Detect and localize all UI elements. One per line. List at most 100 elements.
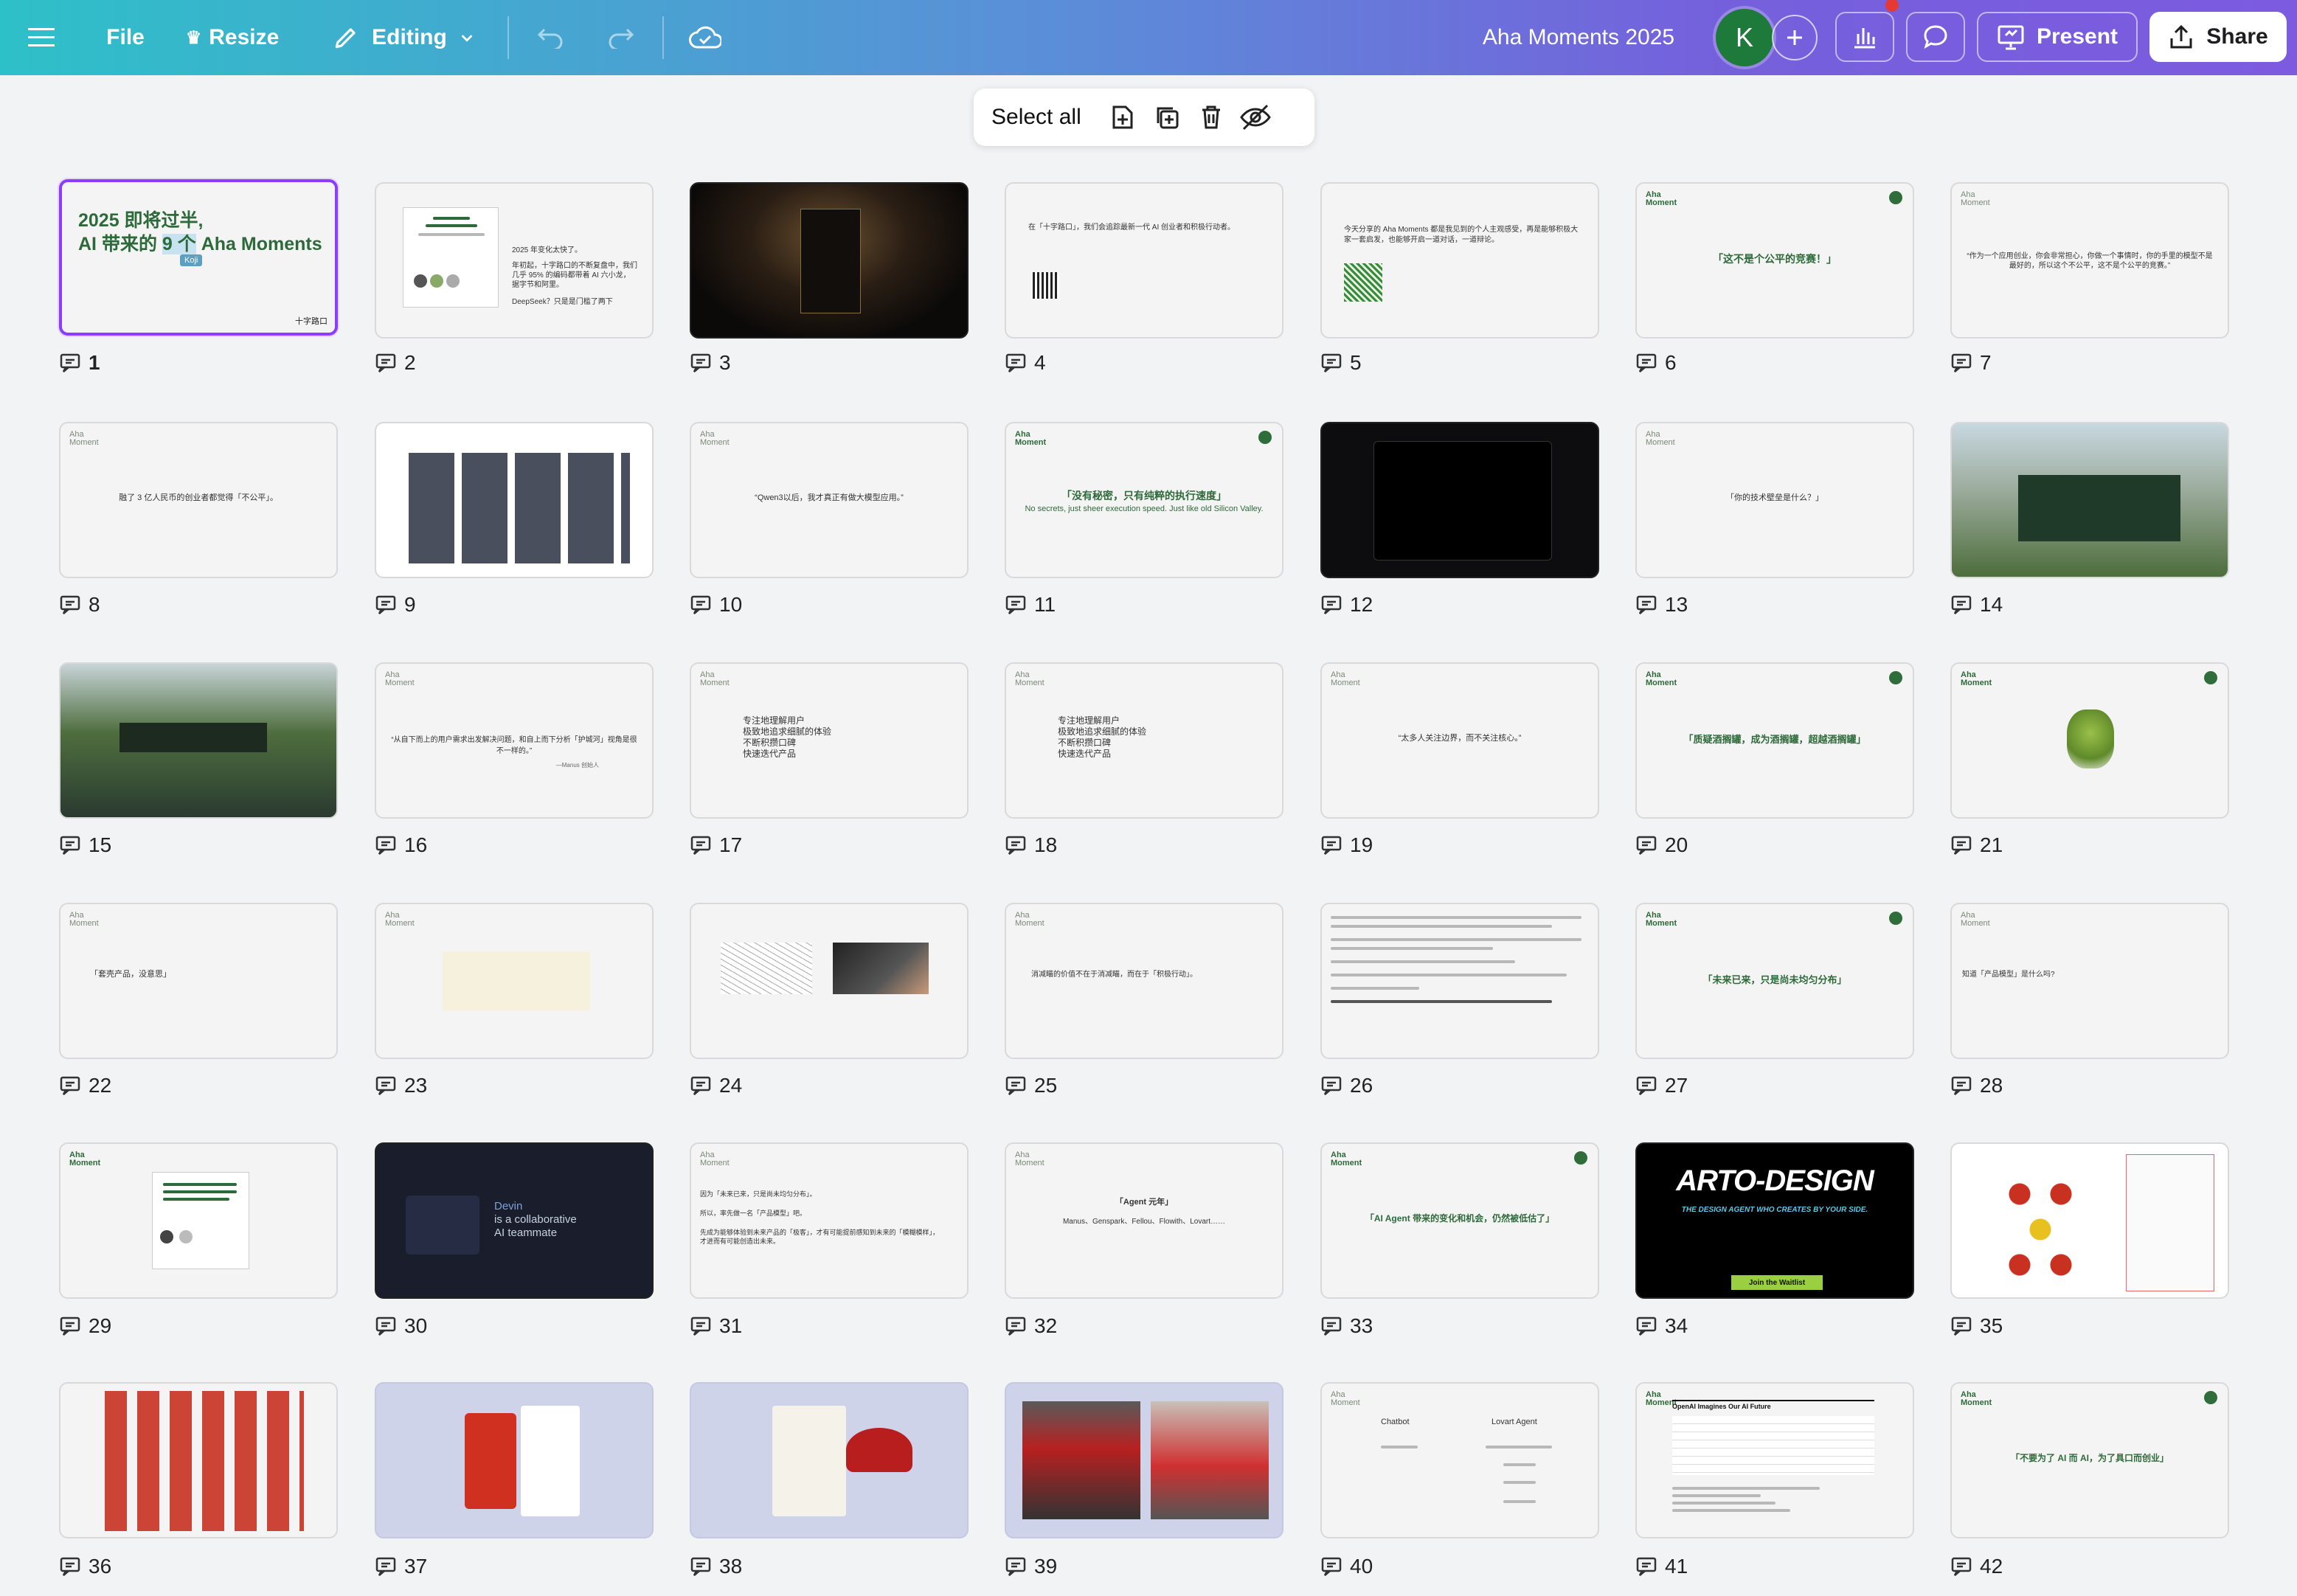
page-label-29[interactable]: 29 <box>59 1314 111 1338</box>
speaker-notes-icon[interactable] <box>375 1556 397 1577</box>
menu-button[interactable] <box>22 0 60 75</box>
page-label-17[interactable]: 17 <box>690 833 742 857</box>
speaker-notes-icon[interactable] <box>375 594 397 615</box>
avatar[interactable]: K <box>1716 9 1773 66</box>
page-label-5[interactable]: 5 <box>1320 351 1362 375</box>
slide-thumbnail-7[interactable]: Aha Moment “作为一个应用创业，你会非常担心，你做一个事情时，你的手里的… <box>1950 182 2229 339</box>
page-label-3[interactable]: 3 <box>690 351 731 375</box>
page-label-22[interactable]: 22 <box>59 1074 111 1097</box>
slide-thumbnail-28[interactable]: Aha Moment 知道「产品模型」是什么吗? <box>1950 903 2229 1059</box>
page-label-18[interactable]: 18 <box>1005 833 1057 857</box>
page-label-23[interactable]: 23 <box>375 1074 427 1097</box>
resize-button[interactable]: ♛ Resize <box>184 0 280 75</box>
slide-thumbnail-27[interactable]: Aha Moment 「未来已来，只是尚未均匀分布」 <box>1635 903 1914 1059</box>
file-menu[interactable]: File <box>105 0 146 75</box>
share-button[interactable]: Share <box>2149 12 2287 62</box>
delete-page-button[interactable] <box>1189 95 1233 139</box>
slide-thumbnail-16[interactable]: Aha Moment “从自下而上的用户需求出发解决问题，和自上而下分析「护城河」… <box>375 662 654 819</box>
speaker-notes-icon[interactable] <box>1320 1075 1342 1096</box>
speaker-notes-icon[interactable] <box>1635 1556 1657 1577</box>
slide-thumbnail-17[interactable]: Aha Moment 专注地理解用户 极致地追求细腻的体验 不断积攒口碑 快速迭代产品 <box>690 662 969 819</box>
page-label-2[interactable]: 2 <box>375 351 416 375</box>
slide-thumbnail-30[interactable]: Devin is a collaborative AI teammate <box>375 1142 654 1299</box>
speaker-notes-icon[interactable] <box>375 1075 397 1096</box>
speaker-notes-icon[interactable] <box>59 1556 81 1577</box>
speaker-notes-icon[interactable] <box>1320 1316 1342 1336</box>
speaker-notes-icon[interactable] <box>59 835 81 856</box>
slide-thumbnail-2[interactable]: 2025 年变化太快了。 年初起，十字路口的不断复盘中，我们 几乎 95% 的编… <box>375 182 654 339</box>
slide-thumbnail-4[interactable]: 在「十字路口」，我们会追踪最新一代 AI 创业者和积极行动者。 <box>1005 182 1283 339</box>
slide-thumbnail-19[interactable]: Aha Moment “太多人关注边界，而不关注核心。” <box>1320 662 1599 819</box>
comments-button[interactable] <box>1906 12 1965 62</box>
insights-button[interactable] <box>1835 12 1894 62</box>
page-label-1[interactable]: 1 <box>59 351 100 375</box>
slide-thumbnail-22[interactable]: Aha Moment 「套壳产品，没意思」 <box>59 903 338 1059</box>
page-label-14[interactable]: 14 <box>1950 593 2003 617</box>
speaker-notes-icon[interactable] <box>1320 353 1342 373</box>
page-label-19[interactable]: 19 <box>1320 833 1373 857</box>
slide-thumbnail-32[interactable]: Aha Moment 「Agent 元年」 Manus、Genspark、Fell… <box>1005 1142 1283 1299</box>
speaker-notes-icon[interactable] <box>1635 594 1657 615</box>
speaker-notes-icon[interactable] <box>690 353 712 373</box>
speaker-notes-icon[interactable] <box>59 1075 81 1096</box>
slide-thumbnail-40[interactable]: Aha Moment Chatbot Lovart Agent <box>1320 1382 1599 1538</box>
slide-thumbnail-8[interactable]: Aha Moment 融了 3 亿人民币的创业者都觉得「不公平」。 <box>59 422 338 578</box>
page-label-37[interactable]: 37 <box>375 1555 427 1578</box>
slide-thumbnail-5[interactable]: 今天分享的 Aha Moments 都是我见到的个人主观感受，再是能够积极大家一… <box>1320 182 1599 339</box>
select-all-button[interactable]: Select all <box>991 105 1081 130</box>
speaker-notes-icon[interactable] <box>59 353 81 373</box>
slide-thumbnail-23[interactable]: Aha Moment <box>375 903 654 1059</box>
slide-thumbnail-12[interactable] <box>1320 422 1599 578</box>
slide-thumbnail-21[interactable]: Aha Moment <box>1950 662 2229 819</box>
add-collaborator-button[interactable] <box>1772 15 1818 60</box>
slide-thumbnail-42[interactable]: Aha Moment 「不要为了 AI 而 AI，为了具口而创业」 <box>1950 1382 2229 1538</box>
slide-thumbnail-26[interactable] <box>1320 903 1599 1059</box>
slide-thumbnail-3[interactable] <box>690 182 969 339</box>
page-label-31[interactable]: 31 <box>690 1314 742 1338</box>
speaker-notes-icon[interactable] <box>690 1316 712 1336</box>
speaker-notes-icon[interactable] <box>1005 1316 1027 1336</box>
slide-thumbnail-20[interactable]: Aha Moment 「质疑酒搁罐，成为酒搁罐，超越酒搁罐」 <box>1635 662 1914 819</box>
speaker-notes-icon[interactable] <box>1950 353 1972 373</box>
slide-thumbnail-38[interactable] <box>690 1382 969 1538</box>
speaker-notes-icon[interactable] <box>1950 835 1972 856</box>
slide-thumbnail-34[interactable]: ARTO-DESIGN THE DESIGN AGENT WHO CREATES… <box>1635 1142 1914 1299</box>
speaker-notes-icon[interactable] <box>1635 1316 1657 1336</box>
slide-thumbnail-37[interactable] <box>375 1382 654 1538</box>
page-label-6[interactable]: 6 <box>1635 351 1677 375</box>
page-label-24[interactable]: 24 <box>690 1074 742 1097</box>
page-label-40[interactable]: 40 <box>1320 1555 1373 1578</box>
page-label-11[interactable]: 11 <box>1005 593 1056 617</box>
slide-thumbnail-31[interactable]: Aha Moment 因为「未来已来，只是尚未均匀分布」。 所以，率先做一名「产品… <box>690 1142 969 1299</box>
page-label-20[interactable]: 20 <box>1635 833 1688 857</box>
slide-thumbnail-29[interactable]: Aha Moment <box>59 1142 338 1299</box>
page-label-32[interactable]: 32 <box>1005 1314 1057 1338</box>
undo-button[interactable] <box>533 0 569 75</box>
page-label-7[interactable]: 7 <box>1950 351 1992 375</box>
add-page-button[interactable] <box>1101 95 1145 139</box>
save-status[interactable] <box>686 0 724 75</box>
speaker-notes-icon[interactable] <box>1320 835 1342 856</box>
page-label-42[interactable]: 42 <box>1950 1555 2003 1578</box>
speaker-notes-icon[interactable] <box>375 353 397 373</box>
speaker-notes-icon[interactable] <box>59 1316 81 1336</box>
speaker-notes-icon[interactable] <box>690 835 712 856</box>
slide-thumbnail-14[interactable] <box>1950 422 2229 578</box>
speaker-notes-icon[interactable] <box>1005 1556 1027 1577</box>
page-label-15[interactable]: 15 <box>59 833 111 857</box>
slide-thumbnail-24[interactable] <box>690 903 969 1059</box>
page-label-41[interactable]: 41 <box>1635 1555 1688 1578</box>
speaker-notes-icon[interactable] <box>1320 594 1342 615</box>
page-label-38[interactable]: 38 <box>690 1555 742 1578</box>
slide-thumbnail-11[interactable]: Aha Moment 「没有秘密，只有纯粹的执行速度」 No secrets, j… <box>1005 422 1283 578</box>
speaker-notes-icon[interactable] <box>690 1075 712 1096</box>
editing-dropdown[interactable]: Editing <box>326 0 481 75</box>
page-label-34[interactable]: 34 <box>1635 1314 1688 1338</box>
page-label-39[interactable]: 39 <box>1005 1555 1057 1578</box>
speaker-notes-icon[interactable] <box>1005 594 1027 615</box>
page-label-12[interactable]: 12 <box>1320 593 1373 617</box>
slide-thumbnail-36[interactable] <box>59 1382 338 1538</box>
speaker-notes-icon[interactable] <box>1950 1316 1972 1336</box>
slide-thumbnail-1[interactable]: 2025 即将过半, AI 带来的 9 个 Aha Moments Koji 十… <box>59 179 338 336</box>
speaker-notes-icon[interactable] <box>1005 835 1027 856</box>
